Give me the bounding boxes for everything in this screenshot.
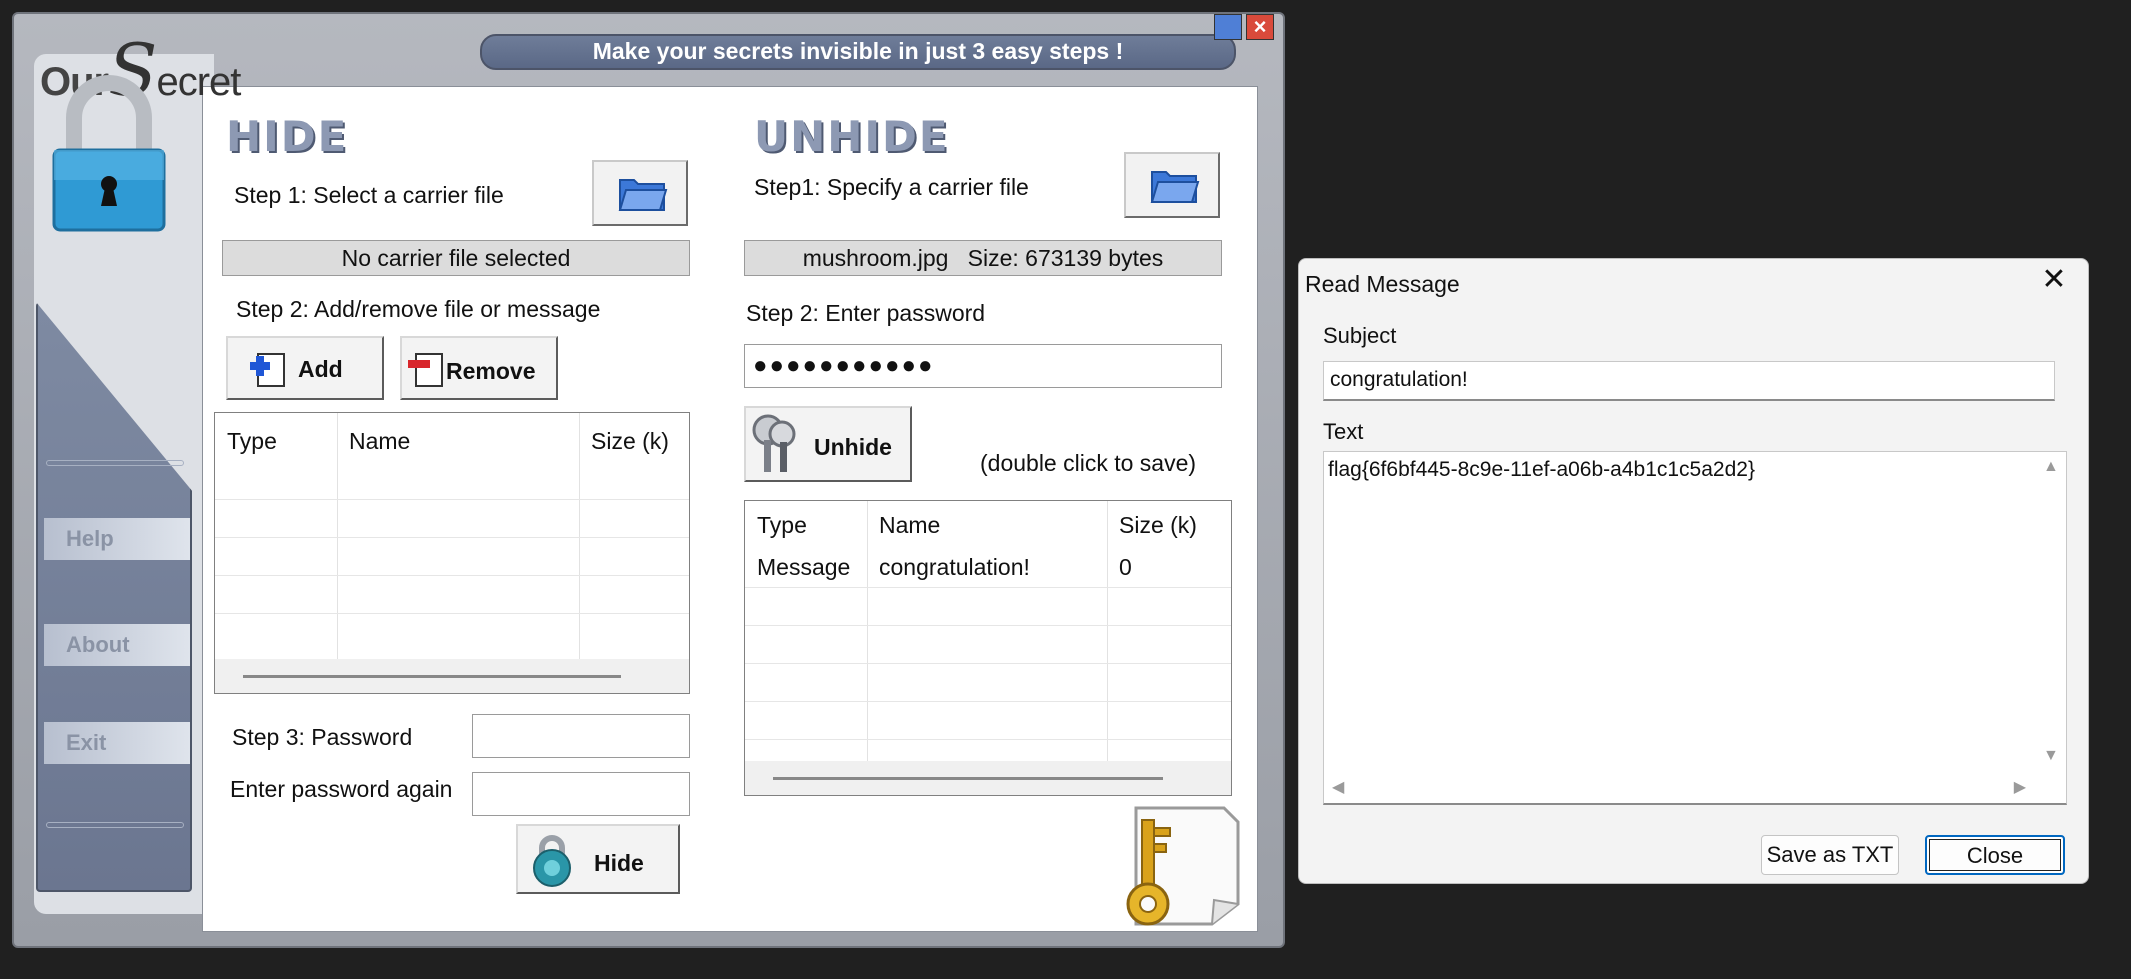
hide-empty-row: [215, 537, 689, 576]
close-button[interactable]: Close: [1925, 835, 2065, 875]
hide-carrier-status: No carrier file selected: [222, 240, 690, 276]
hide-title: HIDE: [226, 112, 349, 161]
remove-label: Remove: [446, 358, 536, 384]
unhide-empty-row: [745, 663, 1231, 702]
scroll-down-icon[interactable]: ▼: [2043, 747, 2059, 765]
text-hscroll[interactable]: ◀ ▶: [1324, 771, 2034, 803]
unhide-step1-label: Step1: Specify a carrier file: [754, 174, 1029, 200]
unhide-browse-button[interactable]: [1124, 152, 1220, 218]
remove-file-icon: [408, 353, 443, 387]
hide-step2-label: Step 2: Add/remove file or message: [236, 296, 601, 322]
scroll-left-icon[interactable]: ◀: [1332, 777, 1344, 797]
unhide-list-hscroll[interactable]: [745, 761, 1231, 795]
hide-password-field[interactable]: [472, 714, 690, 758]
unhide-carrier-size: Size: 673139 bytes: [967, 245, 1164, 271]
oursecret-window: OurSecret Help About Exit Make your secr…: [12, 12, 1285, 948]
hide-step1-label: Step 1: Select a carrier file: [234, 182, 504, 208]
hide-empty-row: [215, 575, 689, 614]
unhide-empty-row: [745, 701, 1231, 740]
hide-list-scroll-thumb[interactable]: [243, 675, 621, 678]
hide-label: Hide: [594, 850, 644, 876]
hide-browse-button[interactable]: [592, 160, 688, 226]
add-button[interactable]: Add: [226, 336, 384, 400]
unhide-button[interactable]: Unhide: [744, 406, 912, 482]
save-as-txt-button[interactable]: Save as TXT: [1761, 835, 1899, 875]
lock-icon: [52, 75, 166, 232]
hide-password-again-field[interactable]: [472, 772, 690, 816]
add-file-icon: [250, 353, 285, 387]
hide-empty-row: [215, 613, 689, 652]
folder-icon: [618, 179, 668, 211]
help-button[interactable]: Help: [44, 518, 190, 560]
unhide-col-size[interactable]: Size (k): [1107, 507, 1197, 547]
double-click-hint: (double click to save): [980, 450, 1197, 476]
subject-field[interactable]: congratulation!: [1323, 361, 2055, 401]
nav-divider-top: [46, 460, 184, 466]
row-size: 0: [1119, 554, 1132, 580]
unhide-col-name[interactable]: Name: [867, 507, 940, 547]
table-row[interactable]: Message congratulation! 0: [745, 549, 1231, 587]
add-label: Add: [298, 356, 343, 382]
hide-col-name[interactable]: Name: [337, 413, 410, 477]
unhide-col-type[interactable]: Type: [745, 507, 807, 547]
close-icon[interactable]: ×: [1246, 14, 1274, 40]
hide-col-type[interactable]: Type: [215, 413, 277, 477]
keys-icon: [752, 414, 796, 472]
scroll-up-icon[interactable]: ▲: [2043, 458, 2059, 476]
unhide-empty-row: [745, 587, 1231, 626]
row-type: Message: [757, 554, 851, 580]
unhide-carrier-field: mushroom.jpg Size: 673139 bytes: [744, 240, 1222, 276]
exit-button[interactable]: Exit: [44, 722, 190, 764]
hide-col-size[interactable]: Size (k): [579, 413, 669, 477]
minimize-icon[interactable]: [1214, 14, 1242, 40]
unhide-list-scroll-thumb[interactable]: [773, 777, 1163, 780]
key-paper-icon: [1126, 806, 1240, 926]
dialog-title: Read Message: [1305, 271, 1460, 297]
hide-file-list[interactable]: Type Name Size (k): [214, 412, 690, 694]
text-label: Text: [1323, 419, 1364, 444]
hide-empty-row: [215, 499, 689, 538]
unhide-file-list[interactable]: Type Name Size (k) Message congratulatio…: [744, 500, 1232, 796]
message-text: flag{6f6bf445-8c9e-11ef-a06b-a4b1c1c5a2d…: [1328, 458, 1755, 481]
hide-step3-label: Step 3: Password: [232, 724, 413, 750]
unhide-label: Unhide: [814, 434, 892, 460]
unhide-carrier-name: mushroom.jpg: [802, 245, 949, 271]
hide-list-hscroll[interactable]: [215, 659, 689, 693]
banner: Make your secrets invisible in just 3 ea…: [480, 34, 1236, 70]
about-button[interactable]: About: [44, 624, 190, 666]
close-icon[interactable]: ✕: [2038, 265, 2070, 297]
unhide-password-field[interactable]: ●●●●●●●●●●●: [744, 344, 1222, 388]
text-vscroll[interactable]: ▲ ▼: [2034, 452, 2066, 771]
scroll-right-icon[interactable]: ▶: [2014, 777, 2026, 797]
message-text-area[interactable]: flag{6f6bf445-8c9e-11ef-a06b-a4b1c1c5a2d…: [1323, 451, 2067, 805]
unhide-empty-row: [745, 625, 1231, 664]
unhide-title: UNHIDE: [754, 112, 950, 161]
row-name: congratulation!: [879, 554, 1030, 580]
read-message-dialog: Read Message ✕ Subject congratulation! T…: [1298, 258, 2089, 884]
hide-password-again-label: Enter password again: [230, 776, 453, 802]
lock-small-icon: [533, 835, 571, 887]
folder-icon: [1150, 171, 1200, 203]
unhide-step2-label: Step 2: Enter password: [746, 300, 986, 326]
hide-button[interactable]: Hide: [516, 824, 680, 894]
subject-label: Subject: [1323, 323, 1397, 348]
remove-button[interactable]: Remove: [400, 336, 558, 400]
nav-divider-bottom: [46, 822, 184, 828]
